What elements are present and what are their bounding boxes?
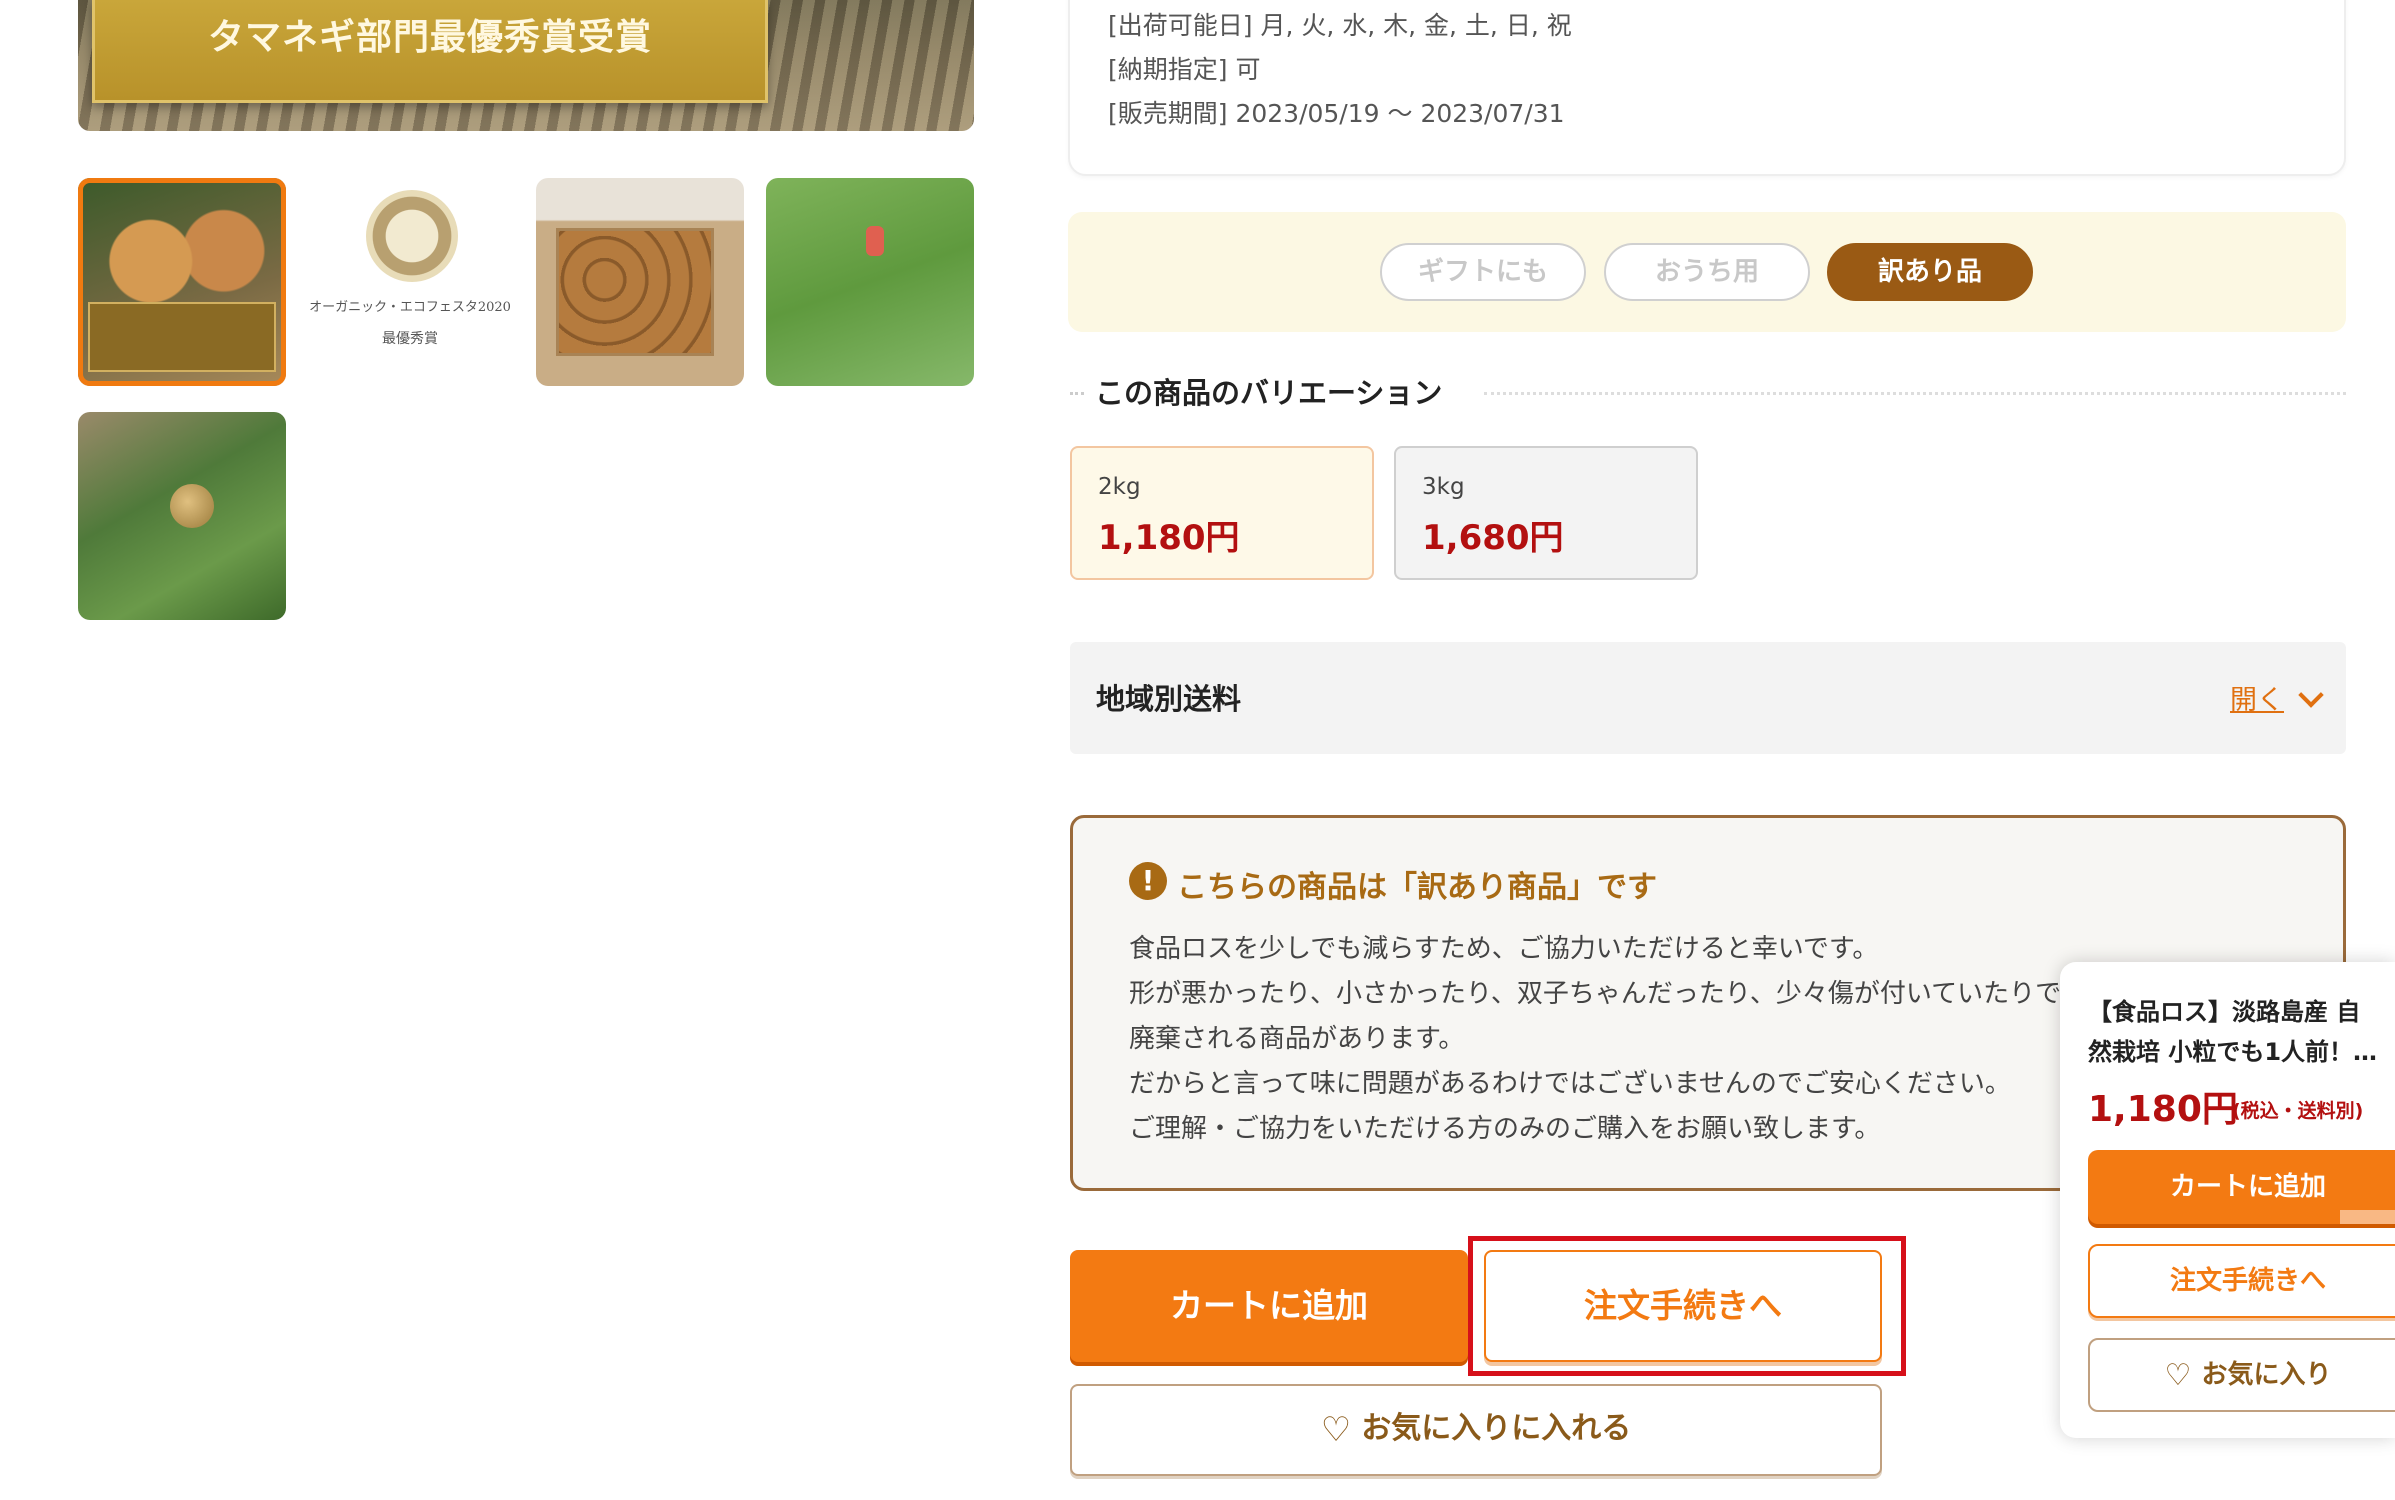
- heart-icon: ♡: [1320, 1409, 1352, 1450]
- divider: [1484, 392, 2346, 395]
- add-to-cart-button[interactable]: カートに追加: [1070, 1250, 1468, 1362]
- sale-period: [販売期間] 2023/05/19 〜 2023/07/31: [1108, 99, 1565, 128]
- award-banner-text: タマネギ部門最優秀賞受賞: [207, 17, 652, 58]
- variation-weight: 3kg: [1422, 474, 1465, 500]
- regional-shipping-accordion[interactable]: 地域別送料 開く: [1070, 642, 2346, 754]
- variation-weight: 2kg: [1098, 474, 1141, 500]
- delivery-date-option: [納期指定] 可: [1108, 55, 1261, 84]
- mini-favorites-button[interactable]: ♡ お気に入り: [2088, 1338, 2395, 1412]
- notice-line: 食品ロスを少しでも減らすため、ご協力いただけると幸いです。: [1129, 934, 1879, 964]
- checkout-button[interactable]: 注文手続きへ: [1484, 1250, 1882, 1362]
- notice-line: だからと言って味に問題があるわけではございませんのでご安心ください。: [1129, 1069, 2011, 1099]
- mini-product-title: 然栽培 小粒でも1人前！…: [2088, 1038, 2378, 1066]
- award-banner: タマネギ部門最優秀賞受賞: [92, 0, 768, 103]
- notice-heading: こちらの商品は「訳あり商品」です: [1177, 870, 1657, 905]
- notice-line: 廃棄される商品があります。: [1129, 1024, 1465, 1054]
- farmer-figure: [866, 226, 884, 256]
- notice-line: ご理解・ご協力をいただける方のみのご購入をお願い致します。: [1129, 1114, 1881, 1144]
- ship-days: [出荷可能日] 月, 火, 水, 木, 金, 土, 日, 祝: [1108, 11, 1572, 40]
- scroll-marker: [2340, 1210, 2395, 1224]
- thumbnail-5[interactable]: [78, 412, 286, 620]
- mini-product-title: 【食品ロス】淡路島産 自: [2088, 998, 2361, 1026]
- shipping-label: 地域別送料: [1096, 682, 1242, 716]
- add-to-favorites-button[interactable]: ♡ お気に入りに入れる: [1070, 1384, 1882, 1476]
- tag-home-use[interactable]: おうち用: [1604, 243, 1810, 301]
- tag-outlet[interactable]: 訳あり品: [1827, 243, 2033, 301]
- thumbnail-award-tag: [88, 302, 276, 372]
- chevron-down-icon[interactable]: [2298, 682, 2324, 708]
- floating-purchase-panel: 【食品ロス】淡路島産 自 然栽培 小粒でも1人前！… 1,180円 (税込・送料…: [2060, 962, 2395, 1438]
- award-seal-image: [366, 190, 458, 282]
- notice-line: 形が悪かったり、小さかったり、双子ちゃんだったり、少々傷が付いていたりで: [1129, 979, 2062, 1009]
- shipping-open-link[interactable]: 開く: [2230, 678, 2284, 717]
- thumbnail-2[interactable]: オーガニック・エコフェスタ2020 最優秀賞: [306, 178, 514, 386]
- thumbnail-3[interactable]: [536, 178, 744, 386]
- favorites-label: お気に入りに入れる: [1361, 1411, 1632, 1446]
- variation-option-2kg[interactable]: 2kg 1,180円: [1070, 446, 1374, 580]
- mini-checkout-button[interactable]: 注文手続きへ: [2088, 1244, 2395, 1318]
- variation-option-3kg[interactable]: 3kg 1,680円: [1394, 446, 1698, 580]
- mini-price-note: (税込・送料別): [2232, 1100, 2364, 1122]
- mini-favorites-label: お気に入り: [2201, 1360, 2332, 1390]
- exclamation-icon: !: [1129, 862, 1167, 900]
- tag-gift[interactable]: ギフトにも: [1380, 243, 1586, 301]
- thumbnail-award-rank: 最優秀賞: [382, 331, 438, 347]
- variation-price: 1,180円: [1098, 518, 1240, 558]
- divider: [1070, 392, 1084, 395]
- onion-box-image: [556, 228, 714, 356]
- variation-price: 1,680円: [1422, 518, 1564, 558]
- onion-in-field: [170, 484, 214, 528]
- thumbnail-award-name: オーガニック・エコフェスタ2020: [309, 300, 511, 315]
- thumbnail-1[interactable]: [78, 178, 286, 386]
- main-product-image: タマネギ部門最優秀賞受賞: [78, 0, 974, 131]
- variation-heading: この商品のバリエーション: [1095, 376, 1443, 410]
- thumbnail-4[interactable]: [766, 178, 974, 386]
- heart-icon: ♡: [2164, 1357, 2192, 1393]
- mini-price: 1,180円: [2088, 1089, 2238, 1130]
